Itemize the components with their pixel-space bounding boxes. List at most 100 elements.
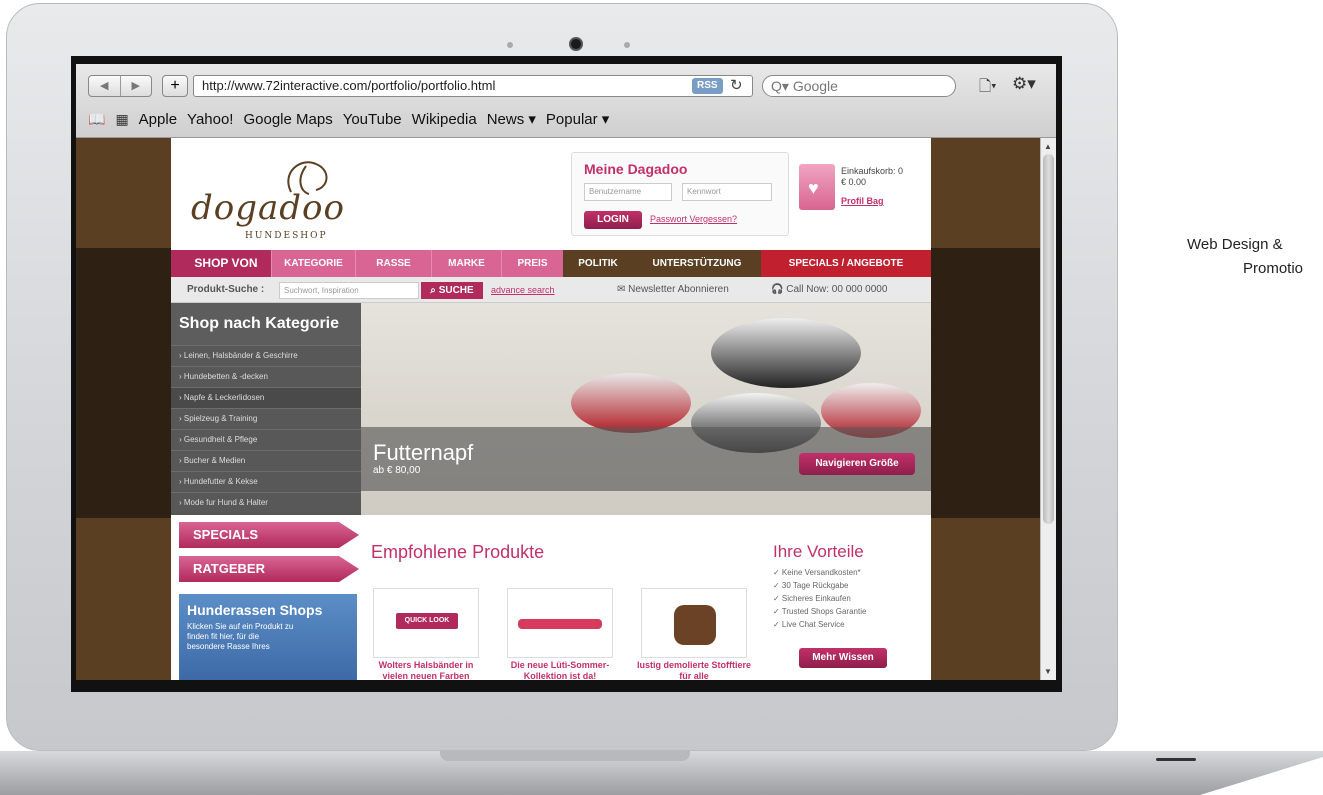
newsletter-label: Newsletter Abonnieren (628, 284, 729, 295)
bookmark-item[interactable]: News ▾ (487, 110, 536, 128)
profil-bag-link[interactable]: Profil Bag (841, 196, 884, 206)
browser-window: ◀ ▶ + http://www.72interactive.com/portf… (76, 64, 1056, 680)
nav-rasse[interactable]: RASSE (355, 250, 431, 277)
search-input[interactable]: Q▾ Google (762, 75, 956, 97)
scroll-down-icon[interactable]: ▼ (1044, 667, 1052, 676)
main-navigation: SHOP VON KATEGORIE RASSE MARKE PREIS POL… (171, 250, 931, 277)
product-card[interactable]: QUICK LOOK (373, 588, 479, 658)
nav-marke[interactable]: MARKE (431, 250, 501, 277)
cart-amount: € 0.00 (841, 177, 867, 187)
nav-preis[interactable]: PREIS (501, 250, 563, 277)
cart-count: Einkaufskorb: 0 (841, 166, 904, 176)
advanced-search-link[interactable]: advance search (491, 285, 555, 295)
benefit-item: ✓ 30 Tage Rückgabe (773, 581, 849, 590)
nav-politik[interactable]: POLITIK (563, 250, 633, 277)
product-card[interactable] (641, 588, 747, 658)
bookmark-item[interactable]: Popular ▾ (546, 110, 609, 128)
site-logo[interactable]: dogadoo HUNDESHOP (187, 152, 367, 242)
breed-shops-promo[interactable]: Hunderassen Shops Klicken Sie auf ein Pr… (179, 594, 357, 680)
product-card[interactable] (507, 588, 613, 658)
benefits-title: Ihre Vorteile (773, 542, 864, 561)
page-menu-icon[interactable]: 🗋▾ (979, 76, 997, 101)
rss-badge[interactable]: RSS (692, 78, 723, 94)
quick-look-button[interactable]: QUICK LOOK (396, 613, 458, 629)
ratgeber-tab[interactable]: RATGEBER (179, 556, 359, 582)
sensor-dot (624, 42, 630, 48)
search-icon: Q▾ (771, 78, 789, 94)
benefit-item: ✓ Trusted Shops Garantie (773, 607, 867, 616)
nav-kategorie[interactable]: KATEGORIE (271, 250, 355, 277)
search-placeholder: Google (792, 78, 838, 94)
product-caption[interactable]: Wolters Halsbänder in vielen neuen Farbe… (366, 660, 486, 680)
benefit-item: ✓ Keine Versandkosten* (773, 568, 861, 577)
back-forward-buttons[interactable]: ◀ ▶ (88, 75, 152, 97)
category-item[interactable]: › Leinen, Halsbänder & Geschirre (171, 345, 361, 366)
search-label: Produkt-Suche : (187, 284, 265, 295)
gear-icon[interactable]: ⚙▾ (1012, 74, 1036, 94)
browser-toolbar: ◀ ▶ + http://www.72interactive.com/portf… (76, 64, 1056, 138)
address-bar[interactable]: http://www.72interactive.com/portfolio/p… (193, 75, 753, 97)
category-item[interactable]: › Spielzeug & Training (171, 408, 361, 429)
bookmark-item[interactable]: YouTube (343, 111, 402, 128)
category-menu: Shop nach Kategorie › Leinen, Halsbänder… (171, 303, 361, 515)
category-item[interactable]: › Hundefutter & Kekse (171, 471, 361, 492)
side-caption-line: Promotio (1243, 260, 1304, 277)
book-icon[interactable]: 📖 (88, 111, 105, 128)
scroll-thumb[interactable] (1043, 154, 1054, 524)
password-field[interactable]: Kennwort (682, 183, 772, 201)
bookmark-item[interactable]: Google Maps (243, 111, 332, 128)
search-button-label: SUCHE (438, 285, 474, 296)
nav-specials[interactable]: SPECIALS / ANGEBOTE (761, 250, 931, 277)
category-item[interactable]: › Mode fur Hund & Halter (171, 492, 361, 513)
camera-icon (569, 37, 583, 51)
category-item[interactable]: › Hundebetten & -decken (171, 366, 361, 387)
hero-price: ab € 80,00 (373, 465, 421, 476)
add-bookmark-button[interactable]: + (162, 75, 188, 97)
reload-icon[interactable]: ↻ (730, 76, 743, 94)
product-caption[interactable]: Die neue Lüti-Sommer-Kollektion ist da! (500, 660, 620, 680)
side-caption-line: Web Design & (1187, 236, 1283, 253)
bookmark-item[interactable]: Yahoo! (187, 111, 233, 128)
web-page: dogadoo HUNDESHOP Meine Dagadoo Benutzer… (76, 138, 1040, 680)
login-title: Meine Dagadoo (584, 161, 688, 177)
mehr-wissen-button[interactable]: Mehr Wissen (799, 648, 887, 668)
forgot-password-link[interactable]: Passwort Vergessen? (650, 214, 737, 224)
benefits-list: ✓ Keine Versandkosten* ✓ 30 Tage Rückgab… (773, 566, 866, 631)
newsletter-link[interactable]: ✉ Newsletter Abonnieren (617, 284, 729, 295)
grid-icon[interactable]: ▦ (115, 111, 128, 128)
laptop-mockup: Web Design & Promotio ◀ ▶ + http://www.7… (0, 0, 1323, 795)
nav-shop-von[interactable]: SHOP VON (171, 250, 271, 277)
bookmarks-bar: 📖 ▦ Apple Yahoo! Google Maps YouTube Wik… (88, 108, 609, 130)
bowl-image (711, 318, 861, 388)
login-button[interactable]: LOGIN (584, 211, 642, 229)
scroll-up-icon[interactable]: ▲ (1044, 142, 1052, 151)
vertical-scrollbar[interactable]: ▲ ▼ (1040, 138, 1056, 680)
hero-button[interactable]: Navigieren Größe (799, 453, 915, 475)
benefit-item: ✓ Sicheres Einkaufen (773, 594, 851, 603)
login-box: Meine Dagadoo Benutzername Kennwort LOGI… (571, 152, 789, 236)
collar-image (518, 619, 602, 629)
back-arrow-icon[interactable]: ◀ (89, 76, 121, 96)
envelope-icon: ✉ (617, 284, 629, 295)
breed-shops-text: Klicken Sie auf ein Produkt zu finden fi… (187, 622, 294, 651)
product-search-input[interactable]: Suchwort, Inspiration (279, 282, 419, 299)
toy-image (674, 605, 716, 645)
category-item[interactable]: › Gesundheit & Pflege (171, 429, 361, 450)
search-button[interactable]: ⌕ SUCHE (421, 282, 483, 299)
category-item[interactable]: › Bucher & Medien (171, 450, 361, 471)
shopping-bag-icon[interactable]: ♥ (799, 164, 835, 210)
left-tabs: SPECIALS RATGEBER (179, 522, 359, 590)
nav-unterstutzung[interactable]: UNTERSTÜTZUNG (633, 250, 761, 277)
search-icon: ⌕ (430, 285, 439, 296)
product-caption[interactable]: lustig demolierte Stofftiere für alle (634, 660, 754, 680)
category-item[interactable]: › Napfe & Leckerlidosen (171, 387, 361, 408)
heart-icon: ♥ (808, 178, 819, 198)
specials-tab[interactable]: SPECIALS (179, 522, 359, 548)
forward-arrow-icon[interactable]: ▶ (121, 76, 152, 96)
username-field[interactable]: Benutzername (584, 183, 672, 201)
product-search-bar: Produkt-Suche : Suchwort, Inspiration ⌕ … (171, 277, 931, 303)
logo-wordmark: dogadoo (191, 188, 345, 228)
bookmark-item[interactable]: Apple (139, 111, 177, 128)
bookmark-item[interactable]: Wikipedia (412, 111, 477, 128)
call-now: 🎧 Call Now: 00 000 0000 (771, 284, 887, 295)
